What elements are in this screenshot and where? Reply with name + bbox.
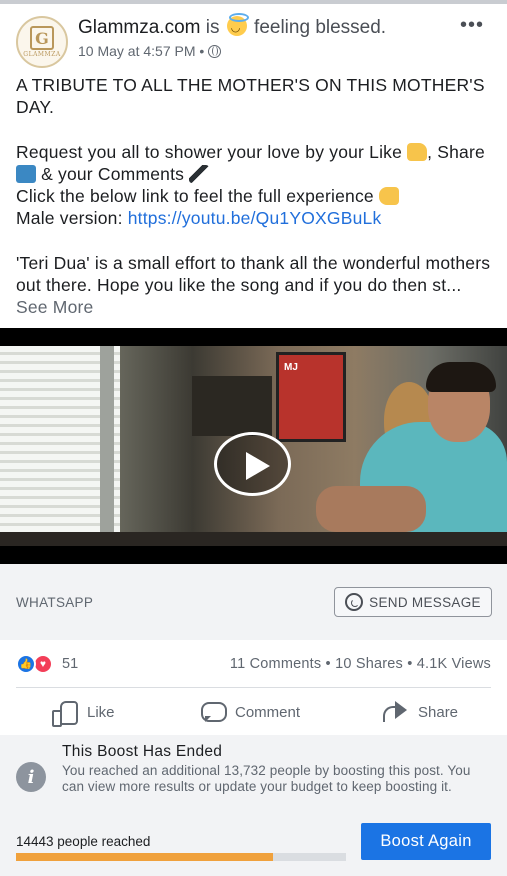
reaction-count[interactable]: 51 [62, 656, 78, 672]
boost-title: This Boost Has Ended [62, 743, 223, 760]
post-author-line: Glammza.com is feeling blessed. [78, 13, 387, 39]
boost-ended-panel: i This Boost Has Ended You reached an ad… [0, 735, 507, 876]
actions-divider [16, 687, 491, 688]
globe-icon [208, 45, 222, 58]
boost-again-button[interactable]: Boost Again [361, 823, 491, 860]
thumbnail-window-frame [100, 346, 114, 546]
thumbs-up-emoji-icon [407, 142, 428, 161]
male-version-line: Male version: https://youtu.be/Qu1YOXGBu… [16, 207, 496, 229]
post-timestamp[interactable]: 10 May at 4:57 PM [78, 43, 196, 59]
meta-separator: • [199, 43, 205, 59]
avatar-logo-word: GLAMMZA [23, 51, 61, 58]
post-header: G GLAMMZA Glammza.com is feeling blessed… [0, 12, 507, 68]
thumbnail-person-hair [426, 362, 496, 392]
page-name-link[interactable]: Glammza.com [78, 17, 200, 38]
comment-bubble-icon [200, 700, 227, 724]
share-text: , Share [427, 141, 485, 162]
video-thumbnail: MJ [0, 346, 507, 546]
stats-dot-1: • [325, 656, 331, 672]
reactions-summary: 👍 ♥ 51 11 Comments • 10 Shares • 4.1K Vi… [0, 648, 507, 680]
feeling-emoji-icon [226, 13, 249, 36]
thumbs-up-icon [52, 700, 78, 727]
reach-progress-bar [16, 853, 346, 861]
thumbnail-person-arm [316, 486, 426, 532]
love-reaction-icon[interactable]: ♥ [33, 654, 53, 674]
views-count: 4.1K Views [416, 656, 491, 672]
page-avatar[interactable]: G GLAMMZA [16, 16, 68, 68]
top-divider [0, 0, 507, 4]
send-message-label: SEND MESSAGE [369, 594, 481, 610]
share-label: Share [418, 703, 459, 721]
youtube-link[interactable]: https://youtu.be/Qu1YOXGBuLk [128, 208, 382, 228]
male-version-label: Male version: [16, 208, 128, 229]
thumbnail-photo-frames [192, 376, 272, 436]
see-more-link[interactable]: See More [16, 297, 93, 317]
comment-button[interactable]: Comment [200, 698, 300, 726]
post-description: 'Teri Dua' is a small effort to thank al… [16, 252, 496, 319]
like-button[interactable]: Like [52, 698, 115, 727]
description-text: 'Teri Dua' is a small effort to thank al… [16, 252, 491, 296]
video-player[interactable]: MJ [0, 328, 507, 564]
comments-count[interactable]: 11 Comments [230, 656, 321, 672]
more-options-icon[interactable]: ••• [460, 14, 484, 37]
whatsapp-icon [345, 593, 364, 611]
post-headline: A TRIBUTE TO ALL THE MOTHER'S ON THIS MO… [16, 75, 485, 118]
post-body: A TRIBUTE TO ALL THE MOTHER'S ON THIS MO… [16, 74, 496, 319]
post-meta: 10 May at 4:57 PM • [78, 43, 222, 59]
comment-label: Comment [235, 703, 301, 721]
comments-text: & your Comments [41, 163, 185, 184]
share-button[interactable]: Share [383, 698, 458, 726]
whatsapp-label: WHATSAPP [16, 595, 94, 610]
avatar-logo-letter: G [30, 26, 54, 50]
mobile-phone-emoji-icon [16, 164, 36, 183]
thumbnail-desk [0, 532, 507, 546]
play-icon[interactable] [214, 432, 291, 496]
pen-emoji-icon [189, 164, 210, 183]
request-text: Request you all to shower your love by y… [16, 141, 403, 162]
reach-progress-fill [16, 853, 274, 861]
boost-description: You reached an additional 13,732 people … [62, 763, 471, 794]
people-reached-label: 14443 people reached [16, 834, 151, 849]
share-arrow-icon [383, 700, 409, 724]
shares-count[interactable]: 10 Shares [335, 656, 403, 672]
like-reaction-icon[interactable]: 👍 [16, 654, 36, 674]
post-actions: Like Comment Share [0, 690, 507, 734]
post-request-line: Request you all to shower your love by y… [16, 141, 496, 186]
pointing-down-emoji-icon [378, 187, 399, 206]
poster-text: MJ [284, 362, 298, 373]
status-prefix: is [205, 17, 220, 38]
feeling-text: feeling blessed. [254, 17, 387, 38]
whatsapp-cta-bar: WHATSAPP SEND MESSAGE [0, 564, 507, 640]
stats-dot-2: • [407, 656, 413, 672]
post-link-line: Click the below link to feel the full ex… [16, 185, 496, 207]
link-intro-text: Click the below link to feel the full ex… [16, 186, 374, 207]
like-label: Like [87, 703, 115, 721]
info-icon: i [16, 762, 46, 792]
engagement-stats: 11 Comments • 10 Shares • 4.1K Views [230, 656, 491, 672]
send-message-button[interactable]: SEND MESSAGE [334, 587, 492, 617]
